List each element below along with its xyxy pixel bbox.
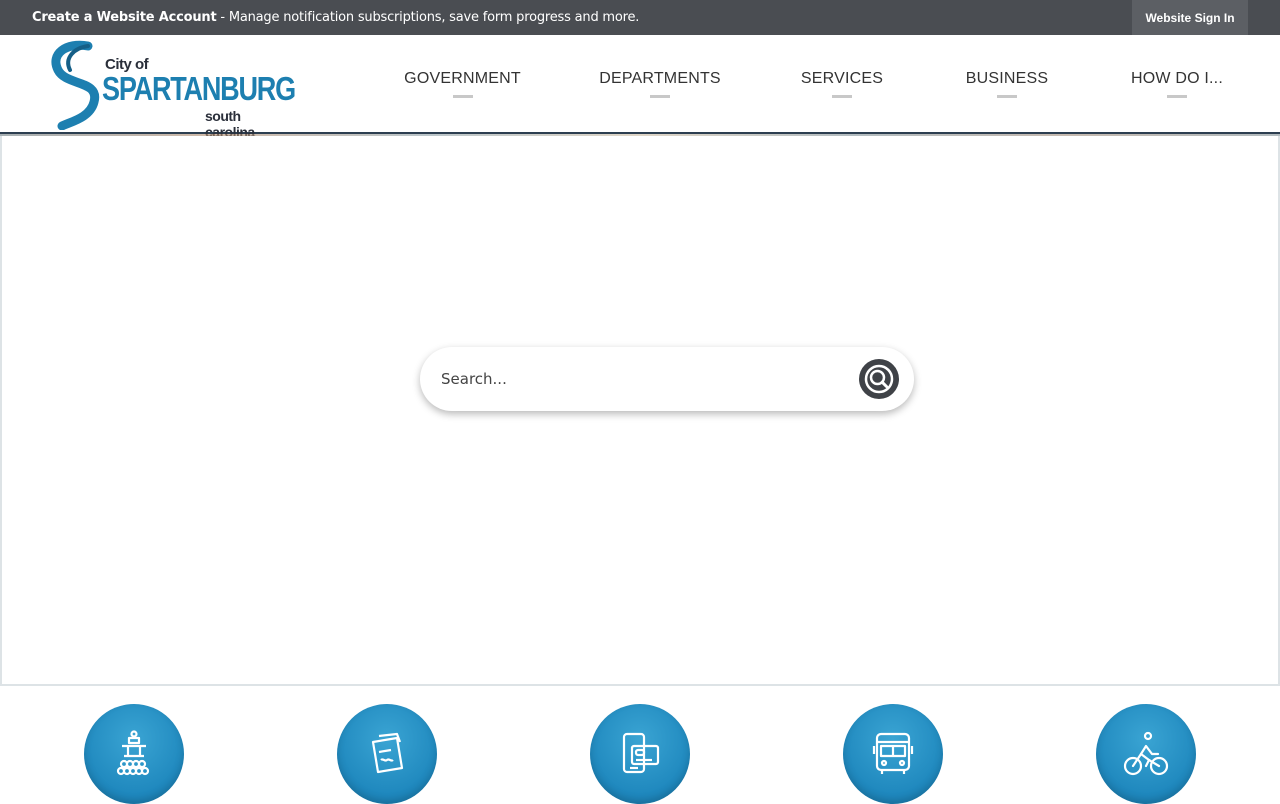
cyclist-icon <box>1123 731 1169 776</box>
nav-underline <box>452 94 473 98</box>
nav-government[interactable]: GOVERNMENT <box>404 35 521 134</box>
create-account-description: - Manage notification subscriptions, sav… <box>216 10 640 25</box>
quick-link-notepad[interactable] <box>337 704 437 804</box>
quick-link-mobile-payment[interactable] <box>590 704 690 804</box>
hero-banner <box>0 136 1280 686</box>
nav-how-do-i[interactable]: HOW DO I... <box>1128 35 1226 134</box>
nav-business[interactable]: BUSINESS <box>964 35 1050 134</box>
nav-departments[interactable]: DEPARTMENTS <box>599 35 721 134</box>
quick-link-bus[interactable] <box>843 704 943 804</box>
search-button[interactable] <box>859 359 899 399</box>
site-header: City of SPARTANBURG south carolina GOVER… <box>0 35 1280 140</box>
nav-label: DEPARTMENTS <box>599 69 721 87</box>
create-account-link[interactable]: Create a Website Account - Manage notifi… <box>32 10 639 25</box>
nav-services[interactable]: SERVICES <box>800 35 884 134</box>
nav-label: HOW DO I... <box>1131 69 1223 87</box>
nav-underline <box>650 94 670 98</box>
quick-link-cycling[interactable] <box>1096 704 1196 804</box>
swirl-logo-icon <box>51 40 100 130</box>
nav-underline <box>1167 94 1187 98</box>
nav-underline <box>997 94 1017 98</box>
search-icon <box>864 364 894 394</box>
notepad-icon <box>371 732 404 774</box>
sign-in-button[interactable]: Website Sign In <box>1132 0 1248 35</box>
nav-label: SERVICES <box>800 69 884 87</box>
site-search: Search... <box>420 347 914 411</box>
create-account-title: Create a Website Account <box>32 10 217 25</box>
mobile-payment-icon <box>622 732 660 774</box>
account-bar: Create a Website Account - Manage notifi… <box>0 0 1280 35</box>
fountain-icon <box>116 730 150 776</box>
quick-link-fountain[interactable] <box>84 704 184 804</box>
nav-label: GOVERNMENT <box>404 69 521 87</box>
city-logo[interactable]: City of SPARTANBURG south carolina <box>48 40 296 140</box>
nav-underline <box>832 94 852 98</box>
nav-label: BUSINESS <box>965 69 1049 87</box>
logo-city-name: SPARTANBURG <box>102 70 296 107</box>
search-input[interactable]: Search... <box>441 370 507 388</box>
bus-icon <box>872 732 914 774</box>
